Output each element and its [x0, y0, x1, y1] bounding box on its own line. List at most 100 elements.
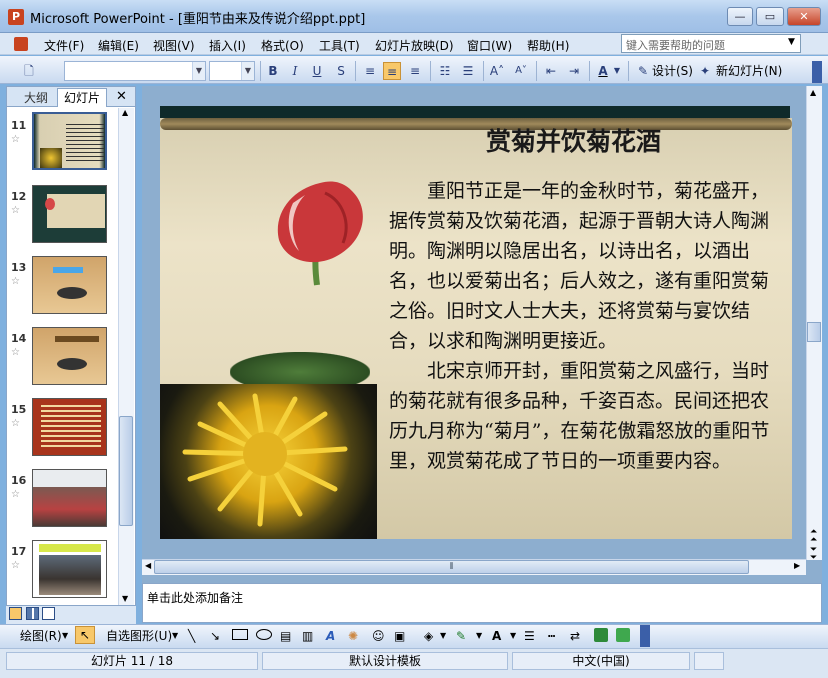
normal-view-icon[interactable]	[9, 607, 22, 620]
toolbar-divider	[260, 61, 261, 81]
toolbar-divider	[483, 61, 484, 81]
bold-button[interactable]: B	[264, 62, 282, 80]
horizontal-scroll-thumb[interactable]: ⦀	[154, 560, 749, 574]
slide-sorter-icon[interactable]	[26, 607, 39, 620]
font-size-combo[interactable]: ▼	[209, 61, 255, 81]
toolbar-options-icon[interactable]	[640, 625, 650, 647]
insert-picture-icon[interactable]: ▣	[394, 628, 405, 644]
fill-color-icon[interactable]: ◈	[424, 628, 433, 644]
font-color-button[interactable]: A	[594, 62, 612, 80]
vertical-textbox-icon[interactable]: ▥	[302, 628, 313, 644]
increase-font-icon[interactable]: A˄	[488, 62, 506, 80]
new-slide-button[interactable]: 新幻灯片(N)	[716, 62, 782, 80]
chevron-down-icon[interactable]: ▼	[440, 628, 446, 644]
line-color-icon[interactable]: ✎	[456, 628, 466, 644]
notes-pane[interactable]	[142, 583, 822, 623]
font-name-combo[interactable]: ▼	[64, 61, 206, 81]
pane-close-icon[interactable]: ✕	[116, 89, 127, 104]
shadow-style-icon[interactable]	[594, 628, 608, 642]
bullet-list-icon[interactable]: ☰	[459, 62, 477, 80]
menu-help[interactable]: 帮助(H)	[527, 37, 569, 54]
slide-thumbnail-14[interactable]	[32, 327, 107, 385]
slide-body-text[interactable]: 重阳节正是一年的金秋时节，菊花盛开，据传赏菊及饮菊花酒，起源于晋朝大诗人陶渊明。…	[389, 176, 779, 476]
slide-thumbnail-12[interactable]	[32, 185, 107, 243]
chevron-down-icon[interactable]: ▼	[62, 628, 68, 644]
vertical-scroll-thumb[interactable]	[807, 322, 821, 342]
status-design-template[interactable]: 默认设计模板	[262, 652, 508, 670]
align-right-icon[interactable]: ≡	[406, 62, 424, 80]
line-style-icon[interactable]: ☰	[524, 628, 535, 644]
align-left-icon[interactable]: ≡	[361, 62, 379, 80]
help-dropdown-icon[interactable]: ▼	[788, 37, 795, 47]
tab-outline[interactable]: 大纲	[17, 89, 55, 107]
chevron-down-icon: ▼	[241, 62, 254, 80]
align-center-icon[interactable]: ≡	[383, 62, 401, 80]
select-pointer-icon[interactable]: ↖	[75, 626, 95, 644]
help-search-input[interactable]: 键入需要帮助的问题	[621, 34, 801, 53]
autoshapes-button[interactable]: 自选图形(U)	[106, 628, 172, 644]
design-button[interactable]: 设计(S)	[652, 62, 693, 80]
slide-thumbnail-11[interactable]	[32, 112, 107, 170]
rectangle-tool-icon[interactable]	[232, 629, 248, 640]
scroll-up-icon[interactable]: ▲	[122, 108, 128, 117]
diagram-icon[interactable]: ✺	[348, 628, 358, 644]
menu-insert[interactable]: 插入(I)	[209, 37, 246, 54]
previous-slide-icon[interactable]: ⏶ ⏶	[810, 528, 817, 545]
draw-menu-button[interactable]: 绘图(R)	[20, 628, 62, 644]
scroll-down-icon[interactable]: ▼	[122, 594, 128, 603]
slides-pane-scrollbar[interactable]	[118, 108, 134, 605]
decrease-indent-icon[interactable]: ⇤	[542, 62, 560, 80]
menu-window[interactable]: 窗口(W)	[467, 37, 512, 54]
numbered-list-icon[interactable]: ☷	[436, 62, 454, 80]
close-button[interactable]: ✕	[787, 7, 821, 26]
underline-button[interactable]: U	[308, 62, 326, 80]
slide-thumbnail-17[interactable]	[32, 540, 107, 598]
slide-number: 13	[11, 261, 27, 274]
next-slide-icon[interactable]: ⏷ ⏷	[810, 546, 817, 563]
scroll-right-icon[interactable]: ▶	[794, 561, 800, 570]
draw-font-color-icon[interactable]: A	[492, 628, 501, 644]
menu-edit[interactable]: 编辑(E)	[98, 37, 139, 54]
slide-thumbnail-13[interactable]	[32, 256, 107, 314]
line-tool-icon[interactable]: ╲	[188, 628, 195, 644]
chevron-down-icon[interactable]: ▼	[510, 628, 516, 644]
chevron-down-icon[interactable]: ▼	[172, 628, 178, 644]
menu-file[interactable]: 文件(F)	[44, 37, 84, 54]
shadow-button[interactable]: S	[332, 62, 350, 80]
oval-tool-icon[interactable]	[256, 629, 272, 640]
notes-placeholder[interactable]: 单击此处添加备注	[147, 589, 243, 606]
slide-thumbnail-16[interactable]	[32, 469, 107, 527]
arrow-tool-icon[interactable]: ↘	[210, 628, 220, 644]
toolbar-options-icon[interactable]	[812, 61, 822, 83]
scroll-up-icon[interactable]: ▲	[810, 88, 816, 97]
textbox-tool-icon[interactable]: ▤	[280, 628, 291, 644]
decrease-font-icon[interactable]: A˅	[512, 62, 530, 80]
slideshow-view-icon[interactable]	[42, 607, 55, 620]
slide-number: 15	[11, 403, 27, 416]
slide-number: 16	[11, 474, 27, 487]
menu-tools[interactable]: 工具(T)	[319, 37, 360, 54]
maximize-button[interactable]: ▭	[756, 7, 784, 26]
3d-style-icon[interactable]	[616, 628, 630, 642]
tab-slides[interactable]: 幻灯片	[57, 88, 107, 107]
chevron-down-icon[interactable]: ▼	[612, 62, 622, 80]
scroll-left-icon[interactable]: ◀	[145, 561, 151, 570]
chevron-down-icon[interactable]: ▼	[476, 628, 482, 644]
slide-thumbnail-15[interactable]	[32, 398, 107, 456]
slides-pane-scroll-thumb[interactable]	[119, 416, 133, 526]
italic-button[interactable]: I	[286, 62, 304, 80]
dash-style-icon[interactable]: ┅	[548, 628, 555, 644]
menu-slideshow[interactable]: 幻灯片放映(D)	[375, 37, 454, 54]
slide-title[interactable]: 赏菊并饮菊花酒	[486, 122, 661, 158]
clipart-icon[interactable]: ☺	[372, 628, 385, 644]
new-document-icon[interactable]: 🗋	[20, 62, 38, 80]
arrow-style-icon[interactable]: ⇄	[570, 628, 580, 644]
minimize-button[interactable]: —	[727, 7, 753, 26]
wordart-icon[interactable]: A	[326, 628, 335, 644]
menu-view[interactable]: 视图(V)	[153, 37, 195, 54]
document-icon[interactable]	[14, 37, 28, 51]
slide-number: 12	[11, 190, 27, 203]
menu-format[interactable]: 格式(O)	[261, 37, 304, 54]
transition-star-icon: ☆	[11, 489, 20, 500]
increase-indent-icon[interactable]: ⇥	[565, 62, 583, 80]
